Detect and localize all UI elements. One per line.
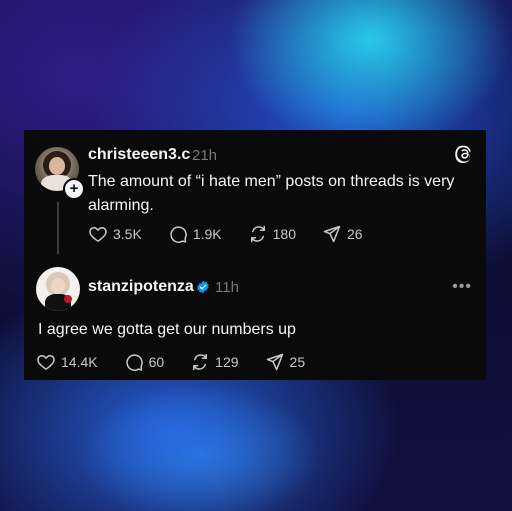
post-text: I agree we gotta get our numbers up [38,321,296,338]
reply-button[interactable]: 60 [124,352,165,372]
post-username[interactable]: stanzipotenza [88,278,194,296]
like-count: 3.5K [113,226,142,242]
repost-count: 180 [272,226,296,242]
post-actions: 3.5K 1.9K 180 26 [88,224,389,244]
share-icon [266,353,283,371]
heart-icon [89,227,107,242]
comment-icon [170,226,187,243]
share-button[interactable]: 26 [322,224,363,244]
repost-button[interactable]: 129 [190,352,239,372]
share-button[interactable]: 25 [265,352,306,372]
like-button[interactable]: 3.5K [88,224,142,244]
repost-icon [250,225,265,243]
reply-button[interactable]: 1.9K [168,224,222,244]
post-username[interactable]: christeeen3.c [88,146,190,164]
post-time: 11h [215,279,239,296]
threads-card: + christeeen3.c 21h The amount of “i hat… [24,130,486,380]
repost-count: 129 [215,354,239,370]
thread-connector-line [57,202,59,254]
plus-icon[interactable]: + [63,178,85,200]
verified-badge-icon [197,280,209,294]
threads-logo-icon[interactable] [454,144,474,164]
share-count: 26 [346,226,363,242]
repost-icon [193,353,208,371]
post-text: The amount of “i hate men” posts on thre… [88,173,455,214]
more-icon[interactable]: ••• [452,278,472,296]
like-count: 14.4K [61,354,98,370]
like-button[interactable]: 14.4K [36,352,98,372]
comment-icon [125,354,143,371]
share-count: 25 [289,354,306,370]
repost-button[interactable]: 180 [248,224,296,244]
heart-icon [37,355,55,370]
reply-count: 1.9K [192,226,222,242]
share-icon [323,225,341,243]
reply-count: 60 [148,354,165,370]
post-actions: 14.4K 60 129 25 [36,352,331,372]
avatar[interactable] [36,267,80,311]
post-time: 21h [192,147,218,164]
